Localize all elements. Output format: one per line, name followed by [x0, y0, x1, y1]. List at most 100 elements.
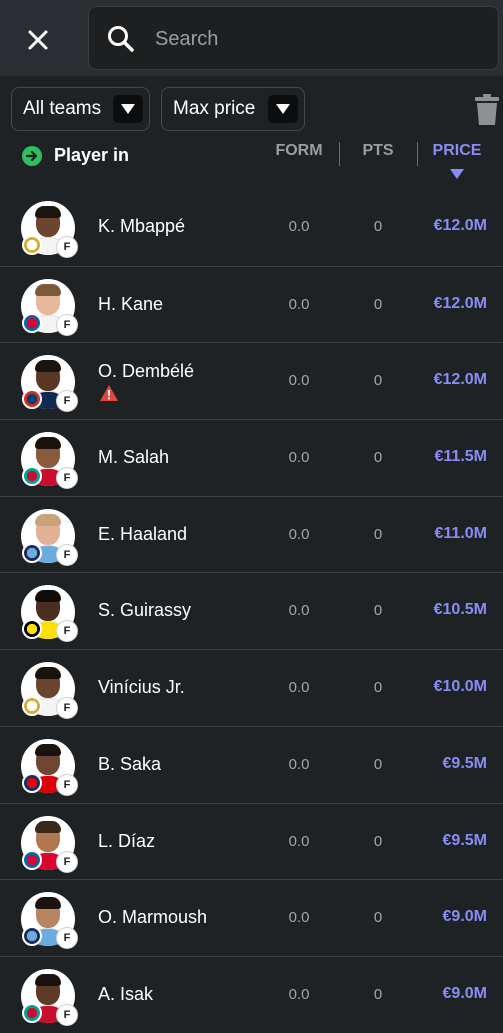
search-input[interactable]	[155, 19, 475, 59]
player-form: 0.0	[288, 909, 310, 927]
teams-dropdown[interactable]: All teams	[11, 87, 150, 131]
club-badge-icon	[22, 772, 42, 793]
player-name: L. Díaz	[98, 830, 156, 851]
player-price: €11.5M	[434, 448, 487, 466]
player-form: 0.0	[288, 218, 310, 235]
position-badge: F	[56, 543, 78, 566]
club-badge-icon	[22, 235, 42, 255]
player-avatar: F	[21, 508, 78, 566]
position-badge: F	[56, 467, 78, 490]
player-points: 0	[373, 985, 383, 1003]
trash-icon	[475, 94, 499, 125]
position-badge: F	[56, 390, 78, 413]
player-points: 0	[373, 218, 383, 235]
player-price: €11.0M	[434, 524, 487, 542]
warning-icon	[100, 385, 118, 402]
player-name: S. Guirassy	[98, 600, 192, 621]
chevron-down-icon	[113, 95, 143, 123]
column-divider	[417, 142, 418, 166]
player-name: K. Mbappé	[98, 216, 186, 236]
player-row[interactable]: F H. Kane 0.0 0 €12.0M	[0, 265, 503, 343]
player-points: 0	[373, 372, 383, 390]
player-points: 0	[373, 449, 383, 467]
column-header-pts[interactable]: PTS	[356, 142, 400, 160]
player-in-label: Player in	[54, 145, 130, 165]
player-avatar: F	[21, 278, 78, 336]
player-price: €9.0M	[442, 908, 487, 926]
player-form: 0.0	[288, 449, 310, 467]
player-name: H. Kane	[98, 293, 164, 314]
position-badge: F	[56, 850, 78, 873]
player-form: 0.0	[288, 525, 310, 543]
column-divider	[339, 142, 340, 166]
player-name: O. Dembélé	[98, 361, 195, 382]
player-form: 0.0	[288, 295, 310, 313]
close-button[interactable]	[18, 20, 58, 60]
player-form: 0.0	[288, 832, 310, 850]
player-row[interactable]: F M. Salah 0.0 0 €11.5M	[0, 419, 503, 496]
column-header-form[interactable]: FORM	[270, 142, 328, 160]
club-badge-icon	[22, 466, 42, 487]
player-price: €9.5M	[442, 754, 487, 772]
player-price: €12.0M	[433, 371, 487, 389]
player-avatar: F	[21, 892, 78, 950]
player-points: 0	[373, 909, 383, 927]
player-name: B. Saka	[98, 753, 162, 774]
player-row[interactable]: F E. Haaland 0.0 0 €11.0M	[0, 495, 503, 573]
player-avatar: F	[21, 815, 78, 873]
player-form: 0.0	[288, 755, 310, 773]
player-price: €10.5M	[433, 601, 487, 619]
player-name: Vinícius Jr.	[98, 677, 185, 698]
sort-descending-icon	[450, 169, 464, 179]
player-price: €12.0M	[433, 294, 487, 312]
player-avatar: F	[21, 432, 78, 490]
position-badge: F	[56, 697, 78, 720]
player-avatar: F	[21, 968, 78, 1026]
player-row[interactable]: F S. Guirassy 0.0 0 €10.5M	[0, 572, 503, 649]
player-points: 0	[373, 602, 383, 620]
chevron-down-icon	[268, 95, 298, 123]
player-form: 0.0	[288, 602, 310, 620]
player-row[interactable]: F Vinícius Jr. 0.0 0 €10.0M	[0, 649, 503, 726]
player-points: 0	[373, 295, 383, 313]
player-in-header: Player in	[22, 145, 129, 166]
player-row[interactable]: F O. Dembélé 0.0 0 €12.0M	[0, 342, 503, 419]
player-row[interactable]: F A. Isak 0.0 0 €9.0M	[0, 955, 503, 1033]
player-points: 0	[373, 525, 383, 543]
position-badge: F	[56, 773, 78, 796]
top-bar	[0, 0, 503, 76]
player-avatar: F	[21, 355, 78, 413]
player-row[interactable]: F B. Saka 0.0 0 €9.5M	[0, 725, 503, 803]
player-form: 0.0	[288, 372, 310, 390]
player-form: 0.0	[288, 985, 310, 1003]
club-badge-icon	[22, 542, 42, 563]
player-name: A. Isak	[98, 983, 154, 1004]
player-price: €9.5M	[442, 831, 487, 849]
position-badge: F	[56, 1003, 78, 1026]
max-price-dropdown[interactable]: Max price	[161, 87, 305, 131]
club-badge-icon	[22, 696, 42, 717]
player-row[interactable]: F K. Mbappé 0.0 0 €12.0M	[0, 189, 503, 266]
player-price: €10.0M	[433, 678, 487, 696]
club-badge-icon	[22, 849, 42, 870]
position-badge: F	[56, 927, 78, 950]
player-price: €9.0M	[442, 984, 487, 1002]
column-header-price[interactable]: PRICE	[428, 142, 486, 160]
club-badge-icon	[22, 312, 42, 333]
player-form: 0.0	[288, 679, 310, 697]
player-name: E. Haaland	[98, 523, 188, 544]
player-row[interactable]: F L. Díaz 0.0 0 €9.5M	[0, 802, 503, 880]
position-badge: F	[56, 236, 78, 258]
position-badge: F	[56, 313, 78, 336]
search-box[interactable]	[88, 6, 499, 70]
player-row[interactable]: F O. Marmoush 0.0 0 €9.0M	[0, 879, 503, 956]
player-avatar: F	[21, 738, 78, 796]
trash-button[interactable]	[474, 94, 502, 128]
filter-bar: All teams Max price Player in FORM PTS P…	[0, 76, 503, 200]
player-points: 0	[373, 755, 383, 773]
player-avatar: F	[21, 201, 78, 258]
player-name: O. Marmoush	[98, 907, 208, 928]
player-points: 0	[373, 832, 383, 850]
player-avatar: F	[21, 585, 78, 643]
club-badge-icon	[22, 1002, 42, 1023]
